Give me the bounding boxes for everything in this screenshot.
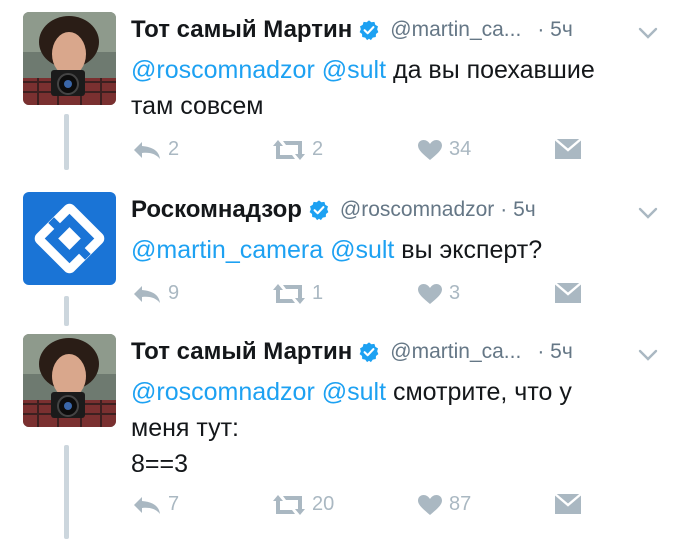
avatar[interactable] bbox=[23, 334, 116, 427]
reply-count: 9 bbox=[168, 282, 180, 304]
tweet-body: смотрите, что у bbox=[386, 378, 572, 406]
author-handle[interactable]: @martin_ca... bbox=[390, 340, 521, 364]
tweet-text: @martin_camera @sult вы эксперт? bbox=[131, 232, 671, 268]
heart-icon bbox=[418, 283, 442, 304]
verified-badge-icon bbox=[309, 200, 329, 221]
reply-icon bbox=[134, 141, 160, 159]
mention-link[interactable]: @martin_camera bbox=[131, 236, 323, 264]
envelope-icon bbox=[554, 138, 582, 159]
tweet-body: да вы поехавшие bbox=[386, 56, 595, 84]
avatar[interactable] bbox=[23, 12, 116, 105]
retweet-button[interactable]: 20 bbox=[272, 493, 334, 516]
tweet[interactable]: Роскомнадзор @roscomnadzor · 5ч @martin_… bbox=[0, 192, 680, 312]
envelope-icon bbox=[554, 282, 582, 303]
chevron-down-icon[interactable] bbox=[638, 26, 658, 40]
heart-icon bbox=[418, 494, 442, 515]
like-count: 3 bbox=[449, 282, 461, 304]
mention-link[interactable]: @sult bbox=[330, 236, 394, 264]
author-name[interactable]: Тот самый Мартин bbox=[131, 338, 352, 366]
photographer-avatar-icon bbox=[23, 334, 116, 427]
tweet-text: @roscomnadzor @sult смотрите, что у меня… bbox=[131, 374, 671, 482]
reply-icon bbox=[134, 496, 160, 514]
author-name[interactable]: Тот самый Мартин bbox=[131, 16, 352, 44]
tweet-body-line: 8==3 bbox=[131, 450, 189, 478]
like-button[interactable]: 87 bbox=[417, 493, 471, 516]
retweet-count: 1 bbox=[312, 282, 324, 304]
like-count: 87 bbox=[449, 493, 472, 515]
author-name[interactable]: Роскомнадзор bbox=[131, 196, 302, 224]
author-handle[interactable]: @roscomnadzor bbox=[340, 198, 494, 222]
avatar[interactable] bbox=[23, 192, 116, 285]
author-handle[interactable]: @martin_ca... bbox=[390, 18, 521, 42]
timestamp[interactable]: · 5ч bbox=[537, 18, 572, 42]
verified-badge-icon bbox=[359, 20, 379, 41]
timestamp[interactable]: · 5ч bbox=[500, 198, 535, 222]
reply-button[interactable]: 9 bbox=[132, 282, 179, 305]
verified-badge-icon bbox=[359, 342, 379, 363]
tweet-header: Тот самый Мартин @martin_ca... · 5ч bbox=[131, 338, 573, 366]
reply-button[interactable]: 7 bbox=[132, 493, 179, 516]
retweet-count: 20 bbox=[312, 493, 335, 515]
tweet-body: вы эксперт? bbox=[394, 236, 543, 264]
mention-link[interactable]: @sult bbox=[322, 56, 386, 84]
tweet-text: @roscomnadzor @sult да вы поехавшие там … bbox=[131, 52, 671, 124]
retweet-button[interactable]: 1 bbox=[272, 282, 323, 305]
reply-count: 2 bbox=[168, 138, 180, 160]
tweet-body-line: там совсем bbox=[131, 92, 264, 120]
retweet-icon bbox=[273, 139, 305, 160]
like-button[interactable]: 3 bbox=[417, 282, 460, 305]
tweet-header: Роскомнадзор @roscomnadzor · 5ч bbox=[131, 196, 536, 224]
retweet-count: 2 bbox=[312, 138, 324, 160]
retweet-button[interactable]: 2 bbox=[272, 138, 323, 161]
dm-button[interactable] bbox=[554, 493, 582, 515]
mention-link[interactable]: @roscomnadzor bbox=[131, 56, 315, 84]
retweet-icon bbox=[273, 494, 305, 515]
photographer-avatar-icon bbox=[23, 12, 116, 105]
dm-button[interactable] bbox=[554, 138, 582, 160]
tweet[interactable]: Тот самый Мартин @martin_ca... · 5ч @ros… bbox=[0, 12, 680, 172]
reply-count: 7 bbox=[168, 493, 180, 515]
heart-icon bbox=[418, 139, 442, 160]
timestamp[interactable]: · 5ч bbox=[537, 340, 572, 364]
tweet[interactable]: Тот самый Мартин @martin_ca... · 5ч @ros… bbox=[0, 334, 680, 534]
mention-link[interactable]: @sult bbox=[322, 378, 386, 406]
reply-button[interactable]: 2 bbox=[132, 138, 179, 161]
like-button[interactable]: 34 bbox=[417, 138, 471, 161]
dm-button[interactable] bbox=[554, 282, 582, 304]
envelope-icon bbox=[554, 493, 582, 514]
tweet-body-line: меня тут: bbox=[131, 414, 240, 442]
roskomnadzor-logo-icon bbox=[23, 192, 116, 285]
mention-link[interactable]: @roscomnadzor bbox=[131, 378, 315, 406]
retweet-icon bbox=[273, 283, 305, 304]
chevron-down-icon[interactable] bbox=[638, 348, 658, 362]
tweet-header: Тот самый Мартин @martin_ca... · 5ч bbox=[131, 16, 573, 44]
reply-icon bbox=[134, 285, 160, 303]
chevron-down-icon[interactable] bbox=[638, 206, 658, 220]
like-count: 34 bbox=[449, 138, 472, 160]
